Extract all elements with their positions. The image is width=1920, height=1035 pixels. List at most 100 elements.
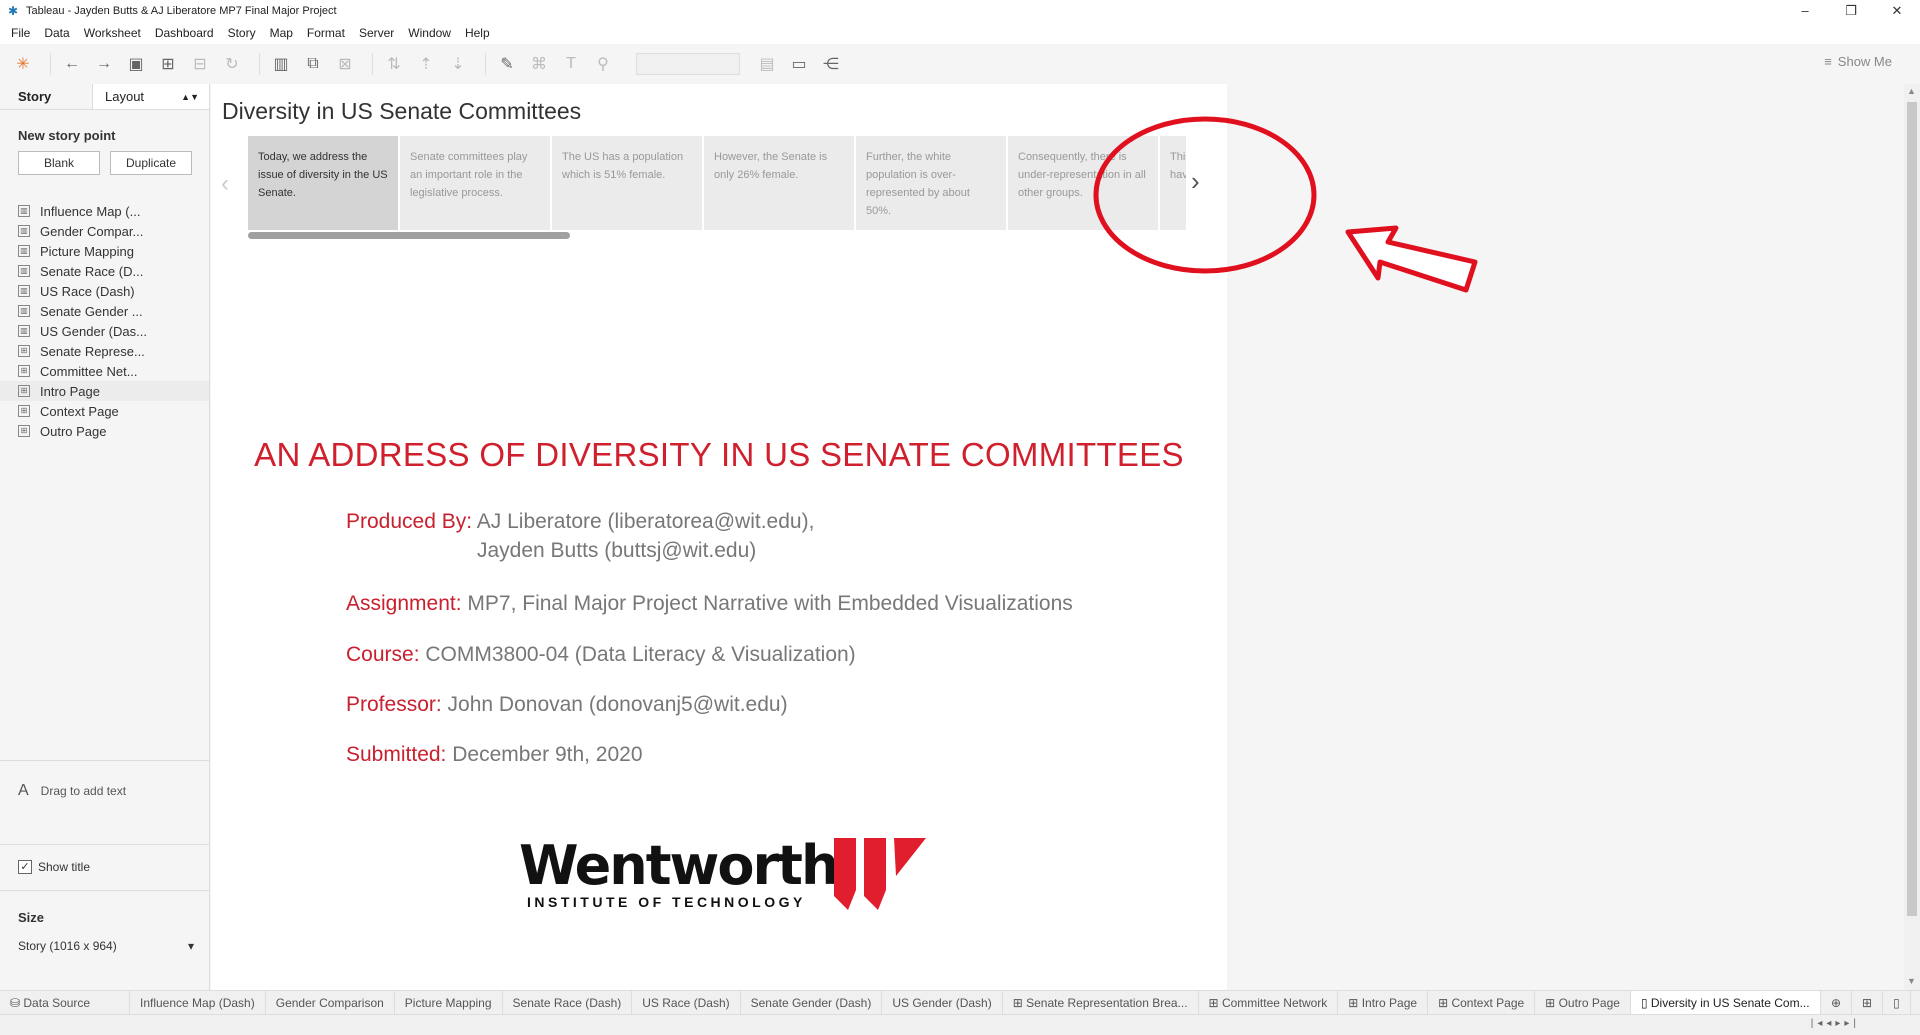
story-point[interactable]: However, the Senate is only 26% female. [704,136,854,230]
tab-dashboard[interactable]: ⊞ Outro Page [1535,991,1631,1014]
story-point-active[interactable]: Today, we address the issue of diversity… [248,136,398,230]
refresh-icon[interactable]: ↻ [219,51,245,77]
blank-button[interactable]: Blank [18,151,100,175]
sheet-item[interactable]: ⊞ Senate Represe... [0,341,209,361]
tab-sheet[interactable]: Senate Gender (Dash) [741,991,883,1014]
swap-icon[interactable]: ⇅ [381,51,407,77]
new-worksheet-tab-icon[interactable]: ⊕ [1821,991,1852,1014]
drag-text-object[interactable]: A Drag to add text [18,782,126,800]
close-button[interactable]: ✕ [1874,0,1920,22]
tab-label: Committee Network [1221,996,1328,1010]
restore-button[interactable]: ❐ [1828,0,1874,22]
sheet-item[interactable]: ▥ US Race (Dash) [0,281,209,301]
sheet-item[interactable]: ▥ Gender Compar... [0,221,209,241]
next-point-icon[interactable]: › [1191,166,1200,197]
show-title-checkbox[interactable]: ✓ Show title [18,860,90,874]
tab-sheet[interactable]: US Gender (Dash) [882,991,1003,1014]
story-point[interactable]: Senate committees play an important role… [400,136,550,230]
checkbox-checked-icon: ✓ [18,860,32,874]
navigator-scrollbar[interactable] [248,232,570,239]
toolbar-separator [50,53,51,75]
tab-layout[interactable]: Layout ▲▼ [92,84,209,109]
menu-server[interactable]: Server [352,26,401,40]
story-point[interactable]: This proportion may have... legislation [1160,136,1186,230]
redo-icon[interactable]: → [91,51,117,77]
label-icon[interactable]: T [558,51,584,77]
duplicate-sheet-icon[interactable]: ⧉ [300,51,326,77]
tab-dashboard[interactable]: ⊞ Intro Page [1338,991,1429,1014]
sheet-item[interactable]: ▥ Senate Gender ... [0,301,209,321]
worksheet-icon: ▥ [18,225,30,237]
clear-sheet-icon[interactable]: ⊠ [332,51,358,77]
pin-icon[interactable]: ⚲ [590,51,616,77]
new-data-source-icon[interactable]: ⊞ [155,51,181,77]
vertical-scrollbar[interactable]: ▲ ▼ [1904,84,1920,990]
tab-sheet[interactable]: Gender Comparison [266,991,395,1014]
dashboard-icon: ⊞ [18,385,30,397]
menu-data[interactable]: Data [37,26,76,40]
minimize-button[interactable]: – [1782,0,1828,22]
menu-map[interactable]: Map [263,26,300,40]
sheet-item[interactable]: ▥ US Gender (Das... [0,321,209,341]
tab-sheet[interactable]: Picture Mapping [395,991,503,1014]
highlight-icon[interactable]: ✎ [494,51,520,77]
story-navigator: Today, we address the issue of diversity… [248,136,1186,230]
tab-story[interactable]: Story [0,84,92,109]
database-icon: ⛁ [10,996,24,1010]
menu-dashboard[interactable]: Dashboard [148,26,221,40]
menu-window[interactable]: Window [401,26,458,40]
menu-file[interactable]: File [4,26,37,40]
new-story-point-buttons: Blank Duplicate [0,143,209,175]
sheet-list: ▥ Influence Map (... ▥ Gender Compar... ▥ P… [0,201,209,441]
scrollbar-thumb[interactable] [1907,102,1917,916]
menu-format[interactable]: Format [300,26,352,40]
new-worksheet-icon[interactable]: ▥ [268,51,294,77]
presentation-mode-icon[interactable]: ▭ [786,51,812,77]
sheet-item[interactable]: ⊞ Context Page [0,401,209,421]
sort-descending-icon[interactable]: ⇣ [445,51,471,77]
scroll-down-icon[interactable]: ▼ [1907,976,1916,986]
share-icon[interactable]: ⋲ [818,51,844,77]
sheet-item[interactable]: ▥ Picture Mapping [0,241,209,261]
tableau-home-icon[interactable]: ✳ [10,51,36,77]
duplicate-button[interactable]: Duplicate [110,151,192,175]
group-icon[interactable]: ⌘ [526,51,552,77]
tab-sheet[interactable]: Senate Race (Dash) [503,991,633,1014]
show-title-label: Show title [38,860,91,874]
story-point[interactable]: The US has a population which is 51% fem… [552,136,702,230]
tab-dashboard[interactable]: ⊞ Committee Network [1199,991,1339,1014]
fit-dropdown[interactable] [636,53,740,75]
menu-story[interactable]: Story [221,26,263,40]
tab-story-active[interactable]: ▯ Diversity in US Senate Com... [1630,991,1821,1014]
worksheet-icon: ▥ [18,325,30,337]
save-icon[interactable]: ▣ [123,51,149,77]
tab-label: Diversity in US Senate Com... [1650,996,1810,1010]
previous-point-icon[interactable]: ‹ [221,170,229,198]
tab-sheet[interactable]: US Race (Dash) [632,991,741,1014]
new-dashboard-tab-icon[interactable]: ⊞ [1852,991,1884,1014]
sheet-item-selected[interactable]: ⊞ Intro Page [0,381,209,401]
tab-dashboard[interactable]: ⊞ Context Page [1428,991,1536,1014]
tab-dashboard[interactable]: ⊞ Senate Representation Brea... [1003,991,1199,1014]
tab-data-source[interactable]: ⛁ Data Source [0,991,130,1014]
sheet-item[interactable]: ⊞ Outro Page [0,421,209,441]
sheet-navigation-icons[interactable]: |◂◂▸▸| [1811,1018,1860,1029]
menu-worksheet[interactable]: Worksheet [77,26,148,40]
size-dropdown[interactable]: Story (1016 x 964) ▾ [18,939,194,957]
show-me-button[interactable]: ≡ Show Me [1824,54,1892,69]
story-point[interactable]: Further, the white population is over-re… [856,136,1006,230]
story-point[interactable]: Consequently, there is under-representat… [1008,136,1158,230]
tab-sheet[interactable]: Influence Map (Dash) [130,991,266,1014]
sheet-item[interactable]: ▥ Influence Map (... [0,201,209,221]
sort-ascending-icon[interactable]: ⇡ [413,51,439,77]
new-story-tab-icon[interactable]: ▯ [1883,991,1911,1014]
undo-icon[interactable]: ← [59,51,85,77]
window-title: Tableau - Jayden Butts & AJ Liberatore M… [26,5,337,17]
professor-label: Professor: [346,693,442,716]
sheet-item[interactable]: ▥ Senate Race (D... [0,261,209,281]
show-cards-icon[interactable]: ▤ [754,51,780,77]
pause-updates-icon[interactable]: ⊟ [187,51,213,77]
sheet-item[interactable]: ⊞ Committee Net... [0,361,209,381]
scroll-up-icon[interactable]: ▲ [1907,86,1916,96]
menu-help[interactable]: Help [458,26,497,40]
